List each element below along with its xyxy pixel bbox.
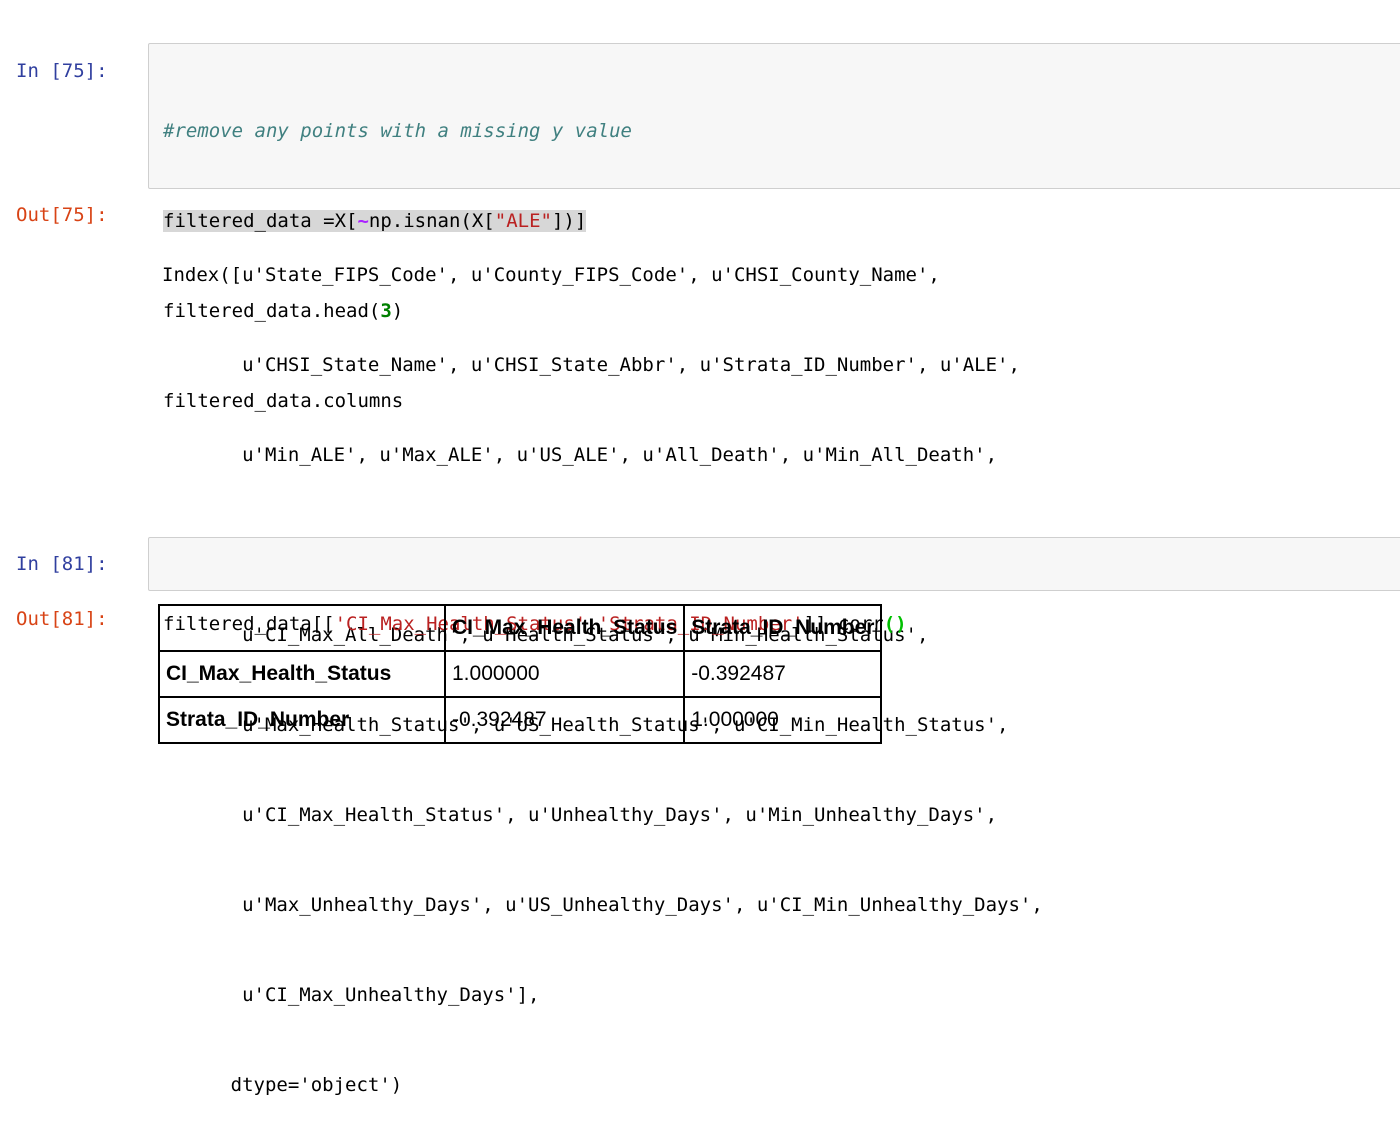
column-header: Strata_ID_Number xyxy=(683,604,883,652)
output-prompt-81: Out[81]: xyxy=(16,608,108,630)
dataframe-table: CI_Max_Health_Status Strata_ID_Number CI… xyxy=(158,604,883,744)
input-prompt-75: In [75]: xyxy=(16,60,108,82)
output-line: dtype='object') xyxy=(162,1074,403,1096)
table-cell: -0.392487 xyxy=(683,650,883,698)
table-row: Strata_ID_Number -0.392487 1.000000 xyxy=(158,696,883,744)
row-index-header: CI_Max_Health_Status xyxy=(158,650,446,698)
table-corner-cell xyxy=(158,604,446,652)
output-line: u'CI_Max_Unhealthy_Days'], xyxy=(162,984,540,1006)
table-row: CI_Max_Health_Status 1.000000 -0.392487 xyxy=(158,650,883,698)
code-bracket: () xyxy=(883,613,907,635)
code-comment: #remove any points with a missing y valu… xyxy=(163,120,632,142)
table-header-row: CI_Max_Health_Status Strata_ID_Number xyxy=(158,604,883,652)
output-line: Index([u'State_FIPS_Code', u'County_FIPS… xyxy=(162,264,940,286)
input-prompt-81: In [81]: xyxy=(16,553,108,575)
row-index-header: Strata_ID_Number xyxy=(158,696,446,744)
output-line: u'Min_ALE', u'Max_ALE', u'US_ALE', u'All… xyxy=(162,444,998,466)
code-cell-81[interactable]: filtered_data[['CI_Max_Health_Status','S… xyxy=(148,537,1400,635)
code-cell-75[interactable]: #remove any points with a missing y valu… xyxy=(148,43,1400,412)
output-prompt-75: Out[75]: xyxy=(16,204,108,226)
table-cell: -0.392487 xyxy=(443,696,686,744)
column-header: CI_Max_Health_Status xyxy=(443,604,686,652)
output-line: u'CI_Max_Health_Status', u'Unhealthy_Day… xyxy=(162,804,998,826)
table-cell: 1.000000 xyxy=(443,650,686,698)
output-line: u'CHSI_State_Name', u'CHSI_State_Abbr', … xyxy=(162,354,1020,376)
code-line-1: #remove any points with a missing y valu… xyxy=(163,116,1400,146)
table-cell: 1.000000 xyxy=(683,696,883,744)
output-line: u'Max_Unhealthy_Days', u'US_Unhealthy_Da… xyxy=(162,894,1043,916)
